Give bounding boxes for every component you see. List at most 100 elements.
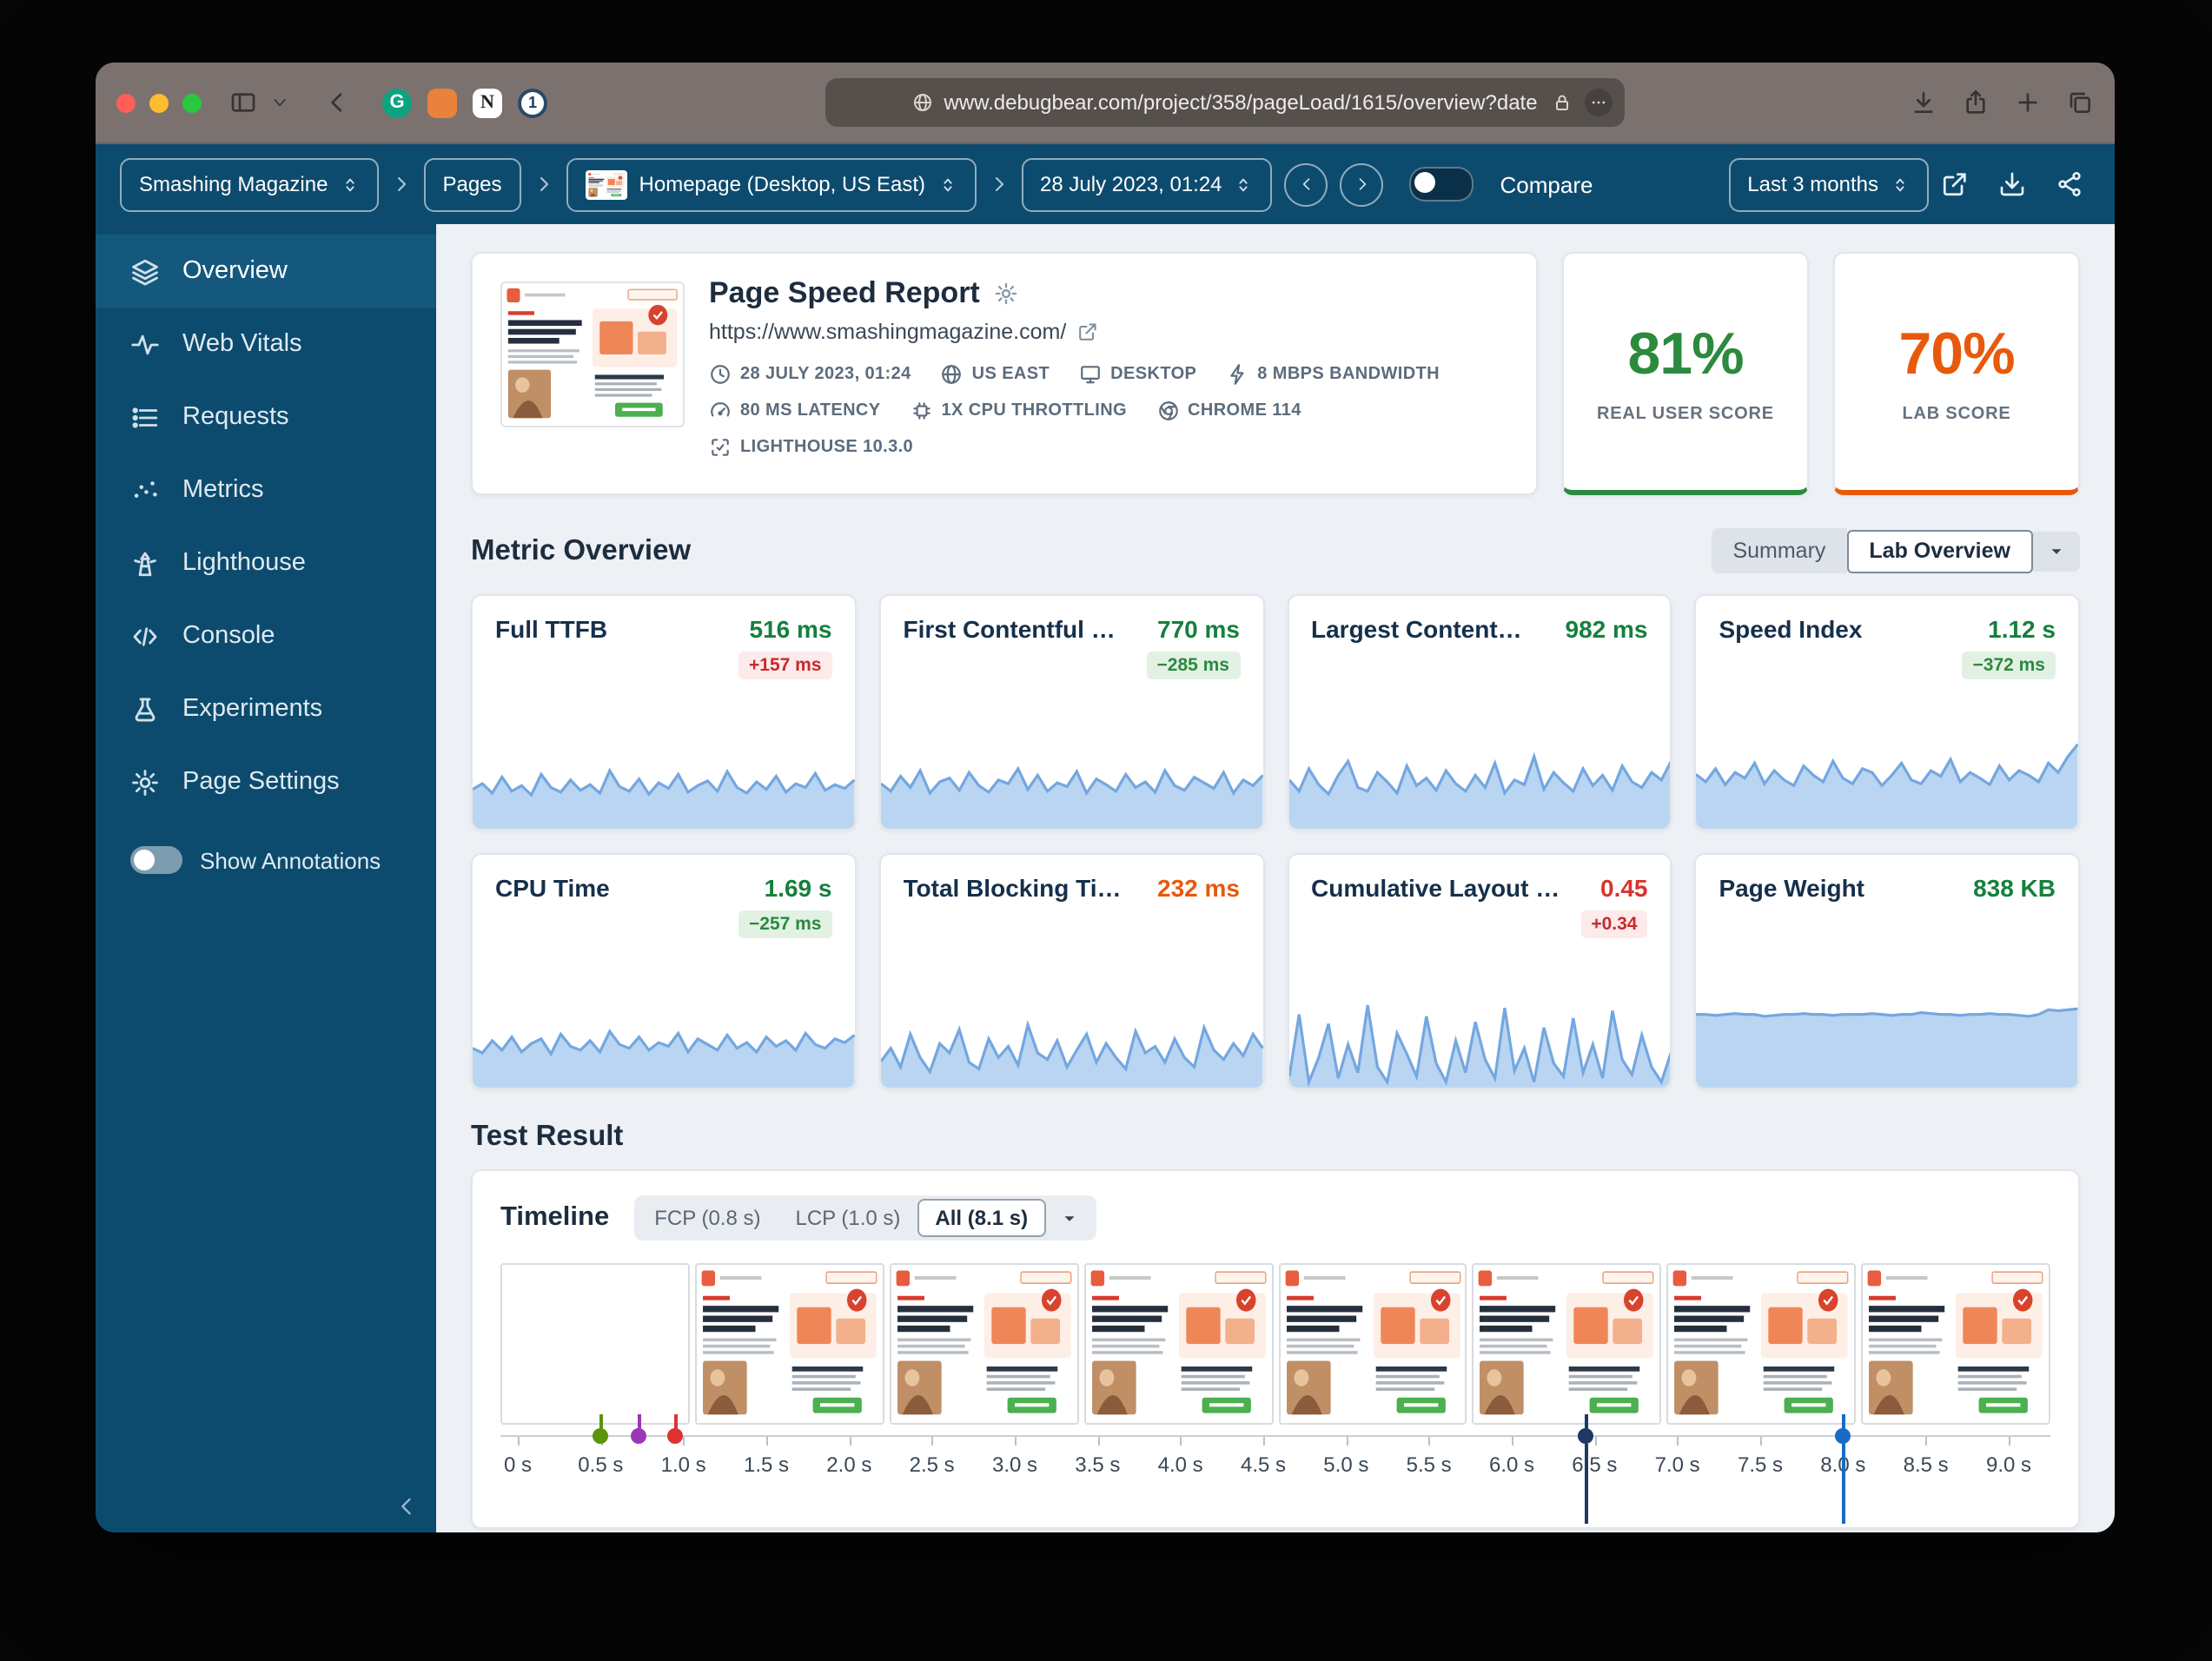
sidebar-item-lighthouse[interactable]: Lighthouse xyxy=(96,526,436,599)
download-icon[interactable] xyxy=(1998,170,2026,198)
share-button[interactable] xyxy=(1962,89,1990,116)
project-selector[interactable]: Smashing Magazine xyxy=(120,157,379,211)
axis-label: 2.0 s xyxy=(826,1453,872,1477)
axis-label: 6.0 s xyxy=(1488,1453,1535,1477)
test-date-selector[interactable]: 28 July 2023, 01:24 xyxy=(1021,157,1273,211)
sidebar-item-requests[interactable]: Requests xyxy=(96,381,436,453)
zoom-window-button[interactable] xyxy=(182,93,202,112)
sidebar-item-web-vitals[interactable]: Web Vitals xyxy=(96,308,436,381)
previous-test-button[interactable] xyxy=(1284,162,1328,206)
timeline-tab-all[interactable]: All (8.1 s) xyxy=(917,1199,1046,1237)
sidebar-item-label: Web Vitals xyxy=(182,330,302,358)
sidebar-item-overview[interactable]: Overview xyxy=(96,235,436,308)
clock-icon xyxy=(709,363,732,386)
metric-card-full-ttfb[interactable]: Full TTFB 516 ms +157 ms xyxy=(471,594,857,830)
share-icon[interactable] xyxy=(2056,170,2083,198)
next-test-button[interactable] xyxy=(1340,162,1384,206)
report-settings-gear-icon[interactable] xyxy=(994,281,1018,306)
notion-extension-icon[interactable]: N xyxy=(473,88,502,117)
metric-delta-badge: +157 ms xyxy=(738,652,832,679)
breadcrumb-separator-icon xyxy=(390,174,411,195)
sort-chevrons-icon xyxy=(937,175,957,194)
page-name: Homepage (Desktop, US East) xyxy=(639,172,926,196)
metric-value: 838 KB xyxy=(1973,874,2056,902)
page-selector[interactable]: Homepage (Desktop, US East) xyxy=(566,157,977,211)
page-thumbnail xyxy=(585,169,627,199)
timeline-frame[interactable] xyxy=(1666,1263,1857,1425)
meta-bandwidth: 8 MBPS BANDWIDTH xyxy=(1257,365,1440,384)
metric-card-first-contentful-paint[interactable]: First Contentful … 770 ms −285 ms xyxy=(878,594,1264,830)
external-link-icon[interactable] xyxy=(1076,321,1097,342)
summary-tab[interactable]: Summary xyxy=(1712,528,1847,573)
sidebar-item-label: Lighthouse xyxy=(182,549,306,577)
onepassword-extension-icon[interactable]: 1 xyxy=(518,88,547,117)
pages-label: Pages xyxy=(442,172,502,196)
timeline-tab-group: FCP (0.8 s) LCP (1.0 s) All (8.1 s) xyxy=(633,1195,1096,1241)
timeline-frame[interactable] xyxy=(694,1263,884,1425)
close-window-button[interactable] xyxy=(116,93,136,112)
open-external-icon[interactable] xyxy=(1941,170,1969,198)
timeline-frame[interactable] xyxy=(1472,1263,1662,1425)
timeline-tab-lcp[interactable]: LCP (1.0 s) xyxy=(778,1199,917,1237)
orange-extension-icon[interactable] xyxy=(427,88,457,117)
new-tab-button[interactable] xyxy=(2014,89,2042,116)
metric-overview-heading: Metric Overview xyxy=(471,534,692,566)
chevron-down-icon[interactable] xyxy=(271,94,288,111)
grammarly-extension-icon[interactable]: G xyxy=(382,88,412,117)
metric-card-cumulative-layout-shift[interactable]: Cumulative Layout … 0.45 +0.34 xyxy=(1287,853,1672,1089)
timeline-tab-fcp[interactable]: FCP (0.8 s) xyxy=(637,1199,778,1237)
metric-card-speed-index[interactable]: Speed Index 1.12 s −372 ms xyxy=(1694,594,2080,830)
axis-label: 3.5 s xyxy=(1075,1453,1121,1477)
show-annotations-toggle[interactable] xyxy=(130,846,182,874)
lab-overview-tab[interactable]: Lab Overview xyxy=(1846,529,2033,572)
downloads-button[interactable] xyxy=(1910,89,1937,116)
pulse-icon xyxy=(130,329,160,359)
lab-score-label: LAB SCORE xyxy=(1902,404,2011,423)
date-range-selector[interactable]: Last 3 months xyxy=(1728,157,1929,211)
sidebar-item-console[interactable]: Console xyxy=(96,599,436,672)
sidebar-item-page-settings[interactable]: Page Settings xyxy=(96,745,436,818)
metric-name: Page Weight xyxy=(1719,874,1865,902)
back-button[interactable] xyxy=(323,89,351,116)
timeline-frame[interactable] xyxy=(1083,1263,1273,1425)
compare-toggle[interactable] xyxy=(1409,167,1474,202)
page-options-button[interactable] xyxy=(1585,89,1613,116)
timeline-frame[interactable] xyxy=(1278,1263,1467,1425)
axis-tick xyxy=(1263,1437,1265,1446)
sidebar-item-label: Overview xyxy=(182,257,288,285)
metric-card-cpu-time[interactable]: CPU Time 1.69 s −257 ms xyxy=(471,853,857,1089)
metric-name: Speed Index xyxy=(1719,615,1863,643)
axis-tick xyxy=(1015,1437,1017,1446)
metric-grid: Full TTFB 516 ms +157 ms First Contentful… xyxy=(471,594,2080,1089)
metric-card-total-blocking-time[interactable]: Total Blocking Ti… 232 ms xyxy=(878,853,1264,1089)
metric-card-largest-contentful-paint[interactable]: Largest Content… 982 ms xyxy=(1287,594,1672,830)
test-date: 28 July 2023, 01:24 xyxy=(1040,172,1222,196)
sidebar-item-label: Metrics xyxy=(182,476,264,504)
chrome-icon xyxy=(1156,400,1179,422)
metric-sparkline xyxy=(473,994,855,1088)
collapse-sidebar-button[interactable] xyxy=(394,1494,419,1519)
timeline-tab-dropdown[interactable] xyxy=(1045,1203,1092,1233)
sidebar-item-metrics[interactable]: Metrics xyxy=(96,453,436,526)
real-user-score-label: REAL USER SCORE xyxy=(1597,404,1774,423)
report-url[interactable]: https://www.smashingmagazine.com/ xyxy=(709,320,1066,344)
sidebar-item-label: Requests xyxy=(182,403,289,431)
sidebar-toggle-icon[interactable] xyxy=(229,89,257,116)
address-bar[interactable]: www.debugbear.com/project/358/pageLoad/1… xyxy=(825,78,1625,127)
timeline-frame[interactable] xyxy=(1861,1263,2050,1425)
metric-card-page-weight[interactable]: Page Weight 838 KB xyxy=(1694,853,2080,1089)
overview-mode-dropdown[interactable] xyxy=(2033,531,2080,571)
sidebar-item-experiments[interactable]: Experiments xyxy=(96,672,436,745)
timeline-frame[interactable] xyxy=(500,1263,690,1425)
metric-value: 982 ms xyxy=(1565,615,1648,643)
axis-label: 4.5 s xyxy=(1240,1453,1287,1477)
layers-icon xyxy=(130,256,160,286)
axis-tick xyxy=(1594,1437,1597,1446)
sidebar: Overview Web Vitals Requests Metrics Lig… xyxy=(96,224,436,1532)
minimize-window-button[interactable] xyxy=(149,93,169,112)
tab-overview-button[interactable] xyxy=(2066,89,2094,116)
metric-delta-badge: +0.34 xyxy=(1580,910,1648,938)
timeline-frame[interactable] xyxy=(889,1263,1079,1425)
browser-window: G N 1 www.debugbear.com/project/358/page… xyxy=(96,63,2115,1532)
breadcrumb-pages[interactable]: Pages xyxy=(423,157,521,211)
